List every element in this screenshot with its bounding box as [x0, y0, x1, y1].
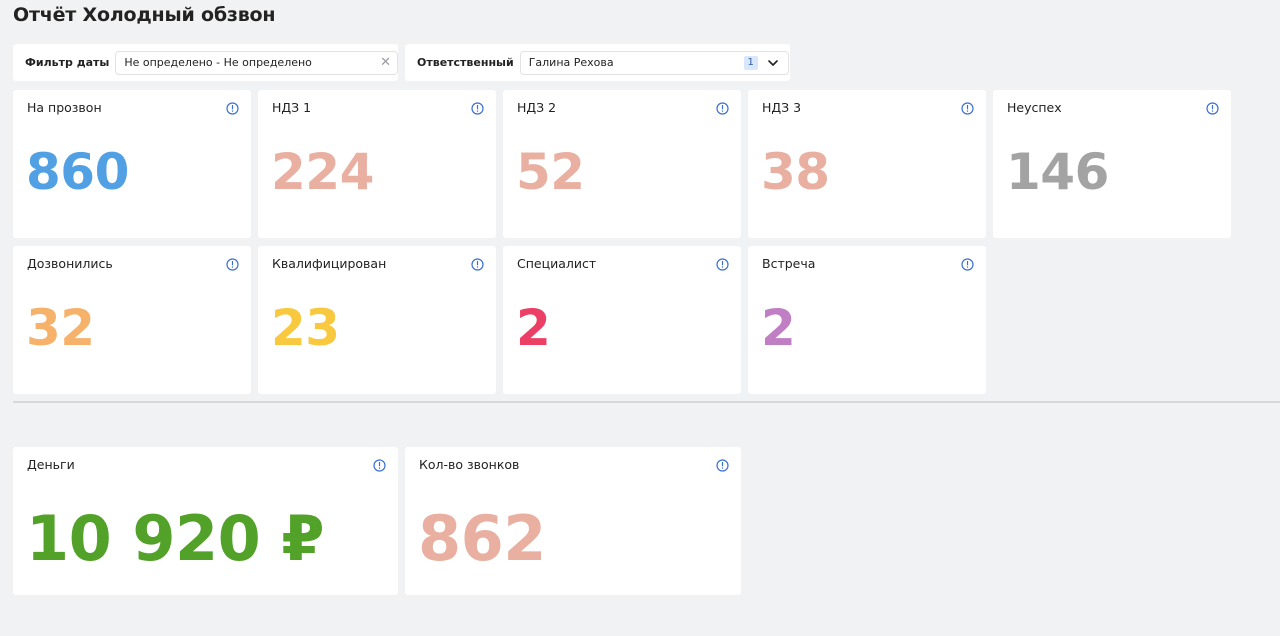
responsible-value: Галина Рехова	[528, 56, 614, 69]
metric-card-ndz-2: НДЗ 2 52	[503, 90, 741, 238]
metric-label: На прозвон	[27, 100, 102, 115]
metric-card-na-prozvon: На прозвон 860	[13, 90, 251, 238]
section-divider	[13, 401, 1280, 403]
metric-card-vstrecha: Встреча 2	[748, 246, 986, 394]
summary-card-dengi: Деньги 10 920 ₽	[13, 447, 398, 595]
info-icon[interactable]	[471, 102, 484, 115]
selected-count-badge: 1	[743, 55, 758, 70]
summary-value: 862	[418, 502, 546, 575]
info-icon[interactable]	[716, 258, 729, 271]
date-range-value: Не определено - Не определено	[124, 56, 312, 69]
responsible-filter: Ответственный Галина Рехова 1	[405, 44, 790, 81]
metric-card-ndz-3: НДЗ 3 38	[748, 90, 986, 238]
metric-card-kvalifitsirovan: Квалифицирован 23	[258, 246, 496, 394]
date-range-field[interactable]: Не определено - Не определено ✕	[115, 50, 398, 75]
summary-label: Кол-во звонков	[419, 457, 520, 472]
metric-card-spetsialist: Специалист 2	[503, 246, 741, 394]
info-icon[interactable]	[226, 102, 239, 115]
date-filter-label: Фильтр даты	[25, 56, 110, 69]
metric-label: Неуспех	[1007, 100, 1062, 115]
metric-value: 32	[26, 299, 95, 357]
info-icon[interactable]	[961, 258, 974, 271]
responsible-filter-label: Ответственный	[417, 56, 514, 69]
metric-label: НДЗ 2	[517, 100, 557, 115]
close-icon[interactable]: ✕	[380, 55, 391, 70]
metric-label: Встреча	[762, 256, 816, 271]
summary-label: Деньги	[27, 457, 75, 472]
metric-label: НДЗ 3	[762, 100, 802, 115]
metric-label: Дозвонились	[27, 256, 113, 271]
metric-label: Специалист	[517, 256, 597, 271]
metric-value: 860	[26, 143, 129, 201]
metric-value: 52	[516, 143, 585, 201]
metric-value: 2	[761, 299, 796, 357]
responsible-select[interactable]: Галина Рехова 1	[519, 50, 789, 75]
metric-label: Квалифицирован	[272, 256, 387, 271]
summary-value: 10 920 ₽	[26, 502, 325, 575]
info-icon[interactable]	[226, 258, 239, 271]
date-filter: Фильтр даты Не определено - Не определен…	[13, 44, 398, 81]
info-icon[interactable]	[961, 102, 974, 115]
metric-value: 23	[271, 299, 340, 357]
summary-card-kol-vo-zvonkov: Кол-во звонков 862	[405, 447, 741, 595]
info-icon[interactable]	[1206, 102, 1219, 115]
metric-card-dozvonilis: Дозвонились 32	[13, 246, 251, 394]
metric-value: 38	[761, 143, 830, 201]
page-title: Отчёт Холодный обзвон	[13, 4, 276, 26]
info-icon[interactable]	[716, 102, 729, 115]
metric-value: 2	[516, 299, 551, 357]
metric-card-ndz-1: НДЗ 1 224	[258, 90, 496, 238]
metric-value: 146	[1006, 143, 1109, 201]
info-icon[interactable]	[471, 258, 484, 271]
info-icon[interactable]	[716, 459, 729, 472]
chevron-down-icon[interactable]	[767, 57, 779, 69]
info-icon[interactable]	[373, 459, 386, 472]
metric-label: НДЗ 1	[272, 100, 312, 115]
metric-card-neuspekh: Неуспех 146	[993, 90, 1231, 238]
metric-value: 224	[271, 143, 374, 201]
